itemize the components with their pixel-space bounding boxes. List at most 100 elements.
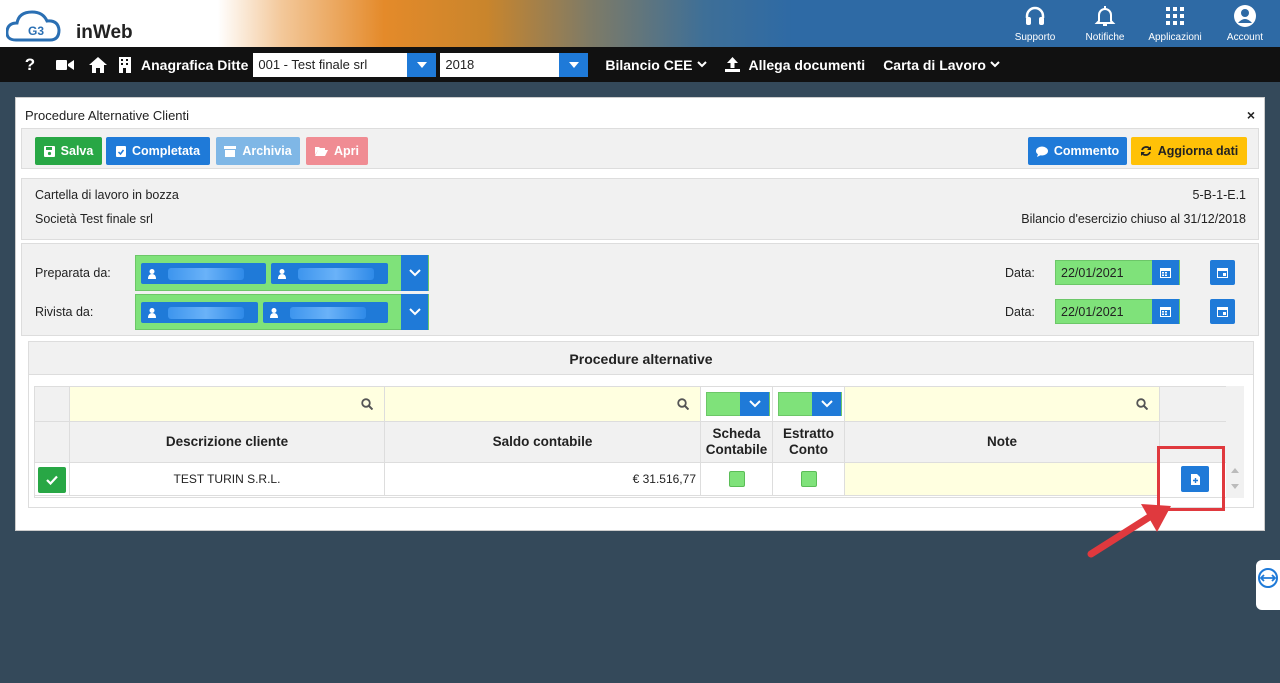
filter-descrizione[interactable] bbox=[70, 387, 385, 422]
help-icon[interactable]: ? bbox=[14, 47, 46, 82]
procedure-grid: Descrizione cliente Saldo contabile Sche… bbox=[34, 386, 1231, 498]
refresh-icon bbox=[1140, 146, 1151, 156]
user-chip[interactable] bbox=[263, 302, 388, 323]
calendar-day-icon bbox=[1217, 307, 1228, 317]
search-icon bbox=[677, 398, 689, 410]
aggiorna-dati-button[interactable]: Aggiorna dati bbox=[1131, 137, 1247, 165]
notifications-button[interactable]: Notifiche bbox=[1070, 0, 1140, 47]
table-row bbox=[35, 463, 70, 496]
calendar-icon[interactable] bbox=[1152, 299, 1179, 324]
allega-documenti-link[interactable]: Allega documenti bbox=[724, 56, 866, 73]
archivia-label: Archivia bbox=[242, 144, 292, 158]
column-header-scheda: Scheda Contabile bbox=[701, 422, 773, 463]
chevron-down-icon[interactable] bbox=[401, 294, 428, 330]
cell-note[interactable] bbox=[845, 463, 1160, 496]
status-text: Cartella di lavoro in bozza bbox=[35, 188, 179, 202]
chevron-down-icon[interactable] bbox=[401, 255, 428, 291]
redacted-name bbox=[298, 267, 374, 280]
user-chip[interactable] bbox=[141, 302, 258, 323]
preparata-date-label: Data: bbox=[1005, 266, 1035, 280]
user-chip[interactable] bbox=[141, 263, 266, 284]
scroll-down-icon bbox=[1231, 484, 1239, 489]
filter-note[interactable] bbox=[845, 387, 1160, 422]
section-title: Procedure alternative bbox=[29, 342, 1253, 375]
applications-label: Applicazioni bbox=[1148, 32, 1202, 43]
user-icon bbox=[148, 268, 156, 279]
company-select-value: 001 - Test finale srl bbox=[258, 57, 368, 72]
header-blank bbox=[35, 422, 70, 463]
redacted-name bbox=[290, 306, 366, 319]
estratto-checkbox[interactable] bbox=[800, 471, 817, 487]
completata-button[interactable]: Completata bbox=[106, 137, 210, 165]
search-icon bbox=[1136, 398, 1148, 410]
filter-saldo[interactable] bbox=[385, 387, 701, 422]
bilancio-cee-label: Bilancio CEE bbox=[605, 56, 693, 73]
headset-icon bbox=[1025, 6, 1045, 25]
document-code: 5-B-1-E.1 bbox=[1192, 188, 1247, 202]
rivista-date-label: Data: bbox=[1005, 305, 1035, 319]
calendar-event-button[interactable] bbox=[1210, 299, 1235, 324]
home-icon[interactable] bbox=[82, 47, 114, 82]
applications-button[interactable]: Applicazioni bbox=[1140, 0, 1210, 47]
bell-icon bbox=[1094, 6, 1116, 26]
clipboard-check-icon bbox=[115, 146, 126, 157]
carta-di-lavoro-menu[interactable]: Carta di Lavoro bbox=[883, 57, 1000, 73]
commento-button[interactable]: Commento bbox=[1028, 137, 1127, 165]
rivista-date-input[interactable]: 22/01/2021 bbox=[1055, 299, 1180, 324]
rivista-select[interactable] bbox=[135, 294, 429, 330]
preparata-date-input[interactable]: 22/01/2021 bbox=[1055, 260, 1180, 285]
apri-button[interactable]: Apri bbox=[306, 137, 368, 165]
grid-scrollbar[interactable] bbox=[1226, 386, 1244, 498]
top-header: G3 inWeb Supporto Notifiche Applicazioni… bbox=[0, 0, 1280, 47]
preparata-date-value: 22/01/2021 bbox=[1061, 266, 1124, 280]
year-select-value: 2018 bbox=[445, 57, 475, 72]
preparata-select[interactable] bbox=[135, 255, 429, 291]
scheda-filter-select[interactable] bbox=[706, 392, 770, 416]
support-button[interactable]: Supporto bbox=[1000, 0, 1070, 47]
save-button[interactable]: Salva bbox=[35, 137, 102, 165]
close-icon[interactable]: × bbox=[1247, 107, 1255, 123]
account-button[interactable]: Account bbox=[1210, 0, 1280, 47]
allega-documenti-label: Allega documenti bbox=[748, 56, 866, 73]
preparata-label: Preparata da: bbox=[35, 266, 111, 280]
teamviewer-tab[interactable] bbox=[1256, 560, 1280, 610]
company-select[interactable]: 001 - Test finale srl bbox=[253, 52, 437, 77]
calendar-day-icon bbox=[1217, 268, 1228, 278]
calendar-event-button[interactable] bbox=[1210, 260, 1235, 285]
comment-icon bbox=[1035, 146, 1048, 157]
user-icon bbox=[278, 268, 286, 279]
chevron-down-icon bbox=[812, 392, 841, 416]
chevron-down-icon bbox=[990, 61, 1000, 68]
save-label: Salva bbox=[60, 144, 94, 158]
year-select[interactable]: 2018 bbox=[440, 52, 589, 77]
rivista-label: Rivista da: bbox=[35, 305, 94, 319]
bilancio-text: Bilancio d'esercizio chiuso al 31/12/201… bbox=[1021, 212, 1246, 226]
chevron-down-icon bbox=[696, 61, 707, 68]
app-name: inWeb bbox=[76, 22, 133, 43]
support-label: Supporto bbox=[1014, 32, 1056, 43]
filter-estratto bbox=[773, 387, 845, 422]
floppy-icon bbox=[43, 145, 55, 157]
redacted-name bbox=[168, 267, 244, 280]
scheda-checkbox[interactable] bbox=[728, 471, 745, 487]
cell-descrizione: TEST TURIN S.R.L. bbox=[70, 463, 385, 496]
row-confirm-button[interactable] bbox=[38, 467, 66, 493]
archive-icon bbox=[224, 145, 237, 157]
video-icon[interactable] bbox=[49, 47, 81, 82]
caret-down-icon bbox=[407, 52, 437, 77]
calendar-icon[interactable] bbox=[1152, 260, 1179, 285]
filter-actions bbox=[1160, 387, 1231, 422]
procedure-panel: Procedure Alternative Clienti × Salva Co… bbox=[15, 97, 1265, 531]
bilancio-cee-menu[interactable]: Bilancio CEE bbox=[605, 56, 707, 73]
aggiorna-dati-label: Aggiorna dati bbox=[1157, 144, 1239, 158]
cell-scheda bbox=[701, 463, 773, 496]
document-info: Cartella di lavoro in bozza 5-B-1-E.1 So… bbox=[21, 178, 1259, 240]
column-header-note: Note bbox=[845, 422, 1160, 463]
estratto-filter-select[interactable] bbox=[778, 392, 842, 416]
check-icon bbox=[46, 475, 58, 485]
search-icon bbox=[361, 398, 373, 410]
user-icon bbox=[148, 307, 156, 318]
user-chip[interactable] bbox=[271, 263, 388, 284]
archivia-button[interactable]: Archivia bbox=[216, 137, 300, 165]
cell-saldo: € 31.516,77 bbox=[385, 463, 701, 496]
